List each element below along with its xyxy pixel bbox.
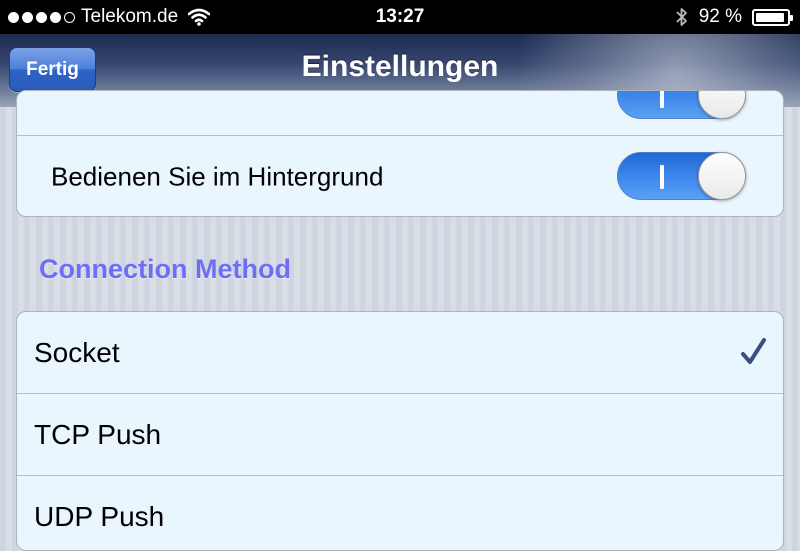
page-title: Einstellungen [301,50,499,83]
settings-group: Bedienen Sie im Hintergrund [16,90,784,217]
option-label: TCP Push [34,418,162,450]
background-toggle-switch[interactable] [617,152,746,200]
bluetooth-icon [676,8,687,26]
battery-percent: 92 % [698,6,742,27]
option-socket[interactable]: Socket [17,312,783,394]
status-right: 92 % [675,6,793,28]
background-setting-label: Bedienen Sie im Hintergrund [51,161,384,191]
connection-method-group: Socket TCP Push UDP Push [16,311,784,551]
toggle-switch[interactable] [617,91,746,119]
status-bar: Telekom.de 13:27 92 % [0,0,800,34]
option-label: Socket [34,336,120,368]
toggle-on-mark [660,91,664,108]
connection-method-header: Connection Method [39,254,291,284]
toggle-on-mark [660,165,664,189]
checkmark-icon [741,338,766,364]
option-label: UDP Push [34,501,165,532]
battery-icon [752,8,793,26]
toggle-knob [698,152,746,200]
settings-row-background: Bedienen Sie im Hintergrund [17,136,783,216]
battery-fill [756,12,784,22]
settings-row-hidden[interactable] [17,91,783,136]
option-udp-push[interactable]: UDP Push [17,476,783,550]
toggle-knob [698,91,746,119]
option-tcp-push[interactable]: TCP Push [17,394,783,476]
